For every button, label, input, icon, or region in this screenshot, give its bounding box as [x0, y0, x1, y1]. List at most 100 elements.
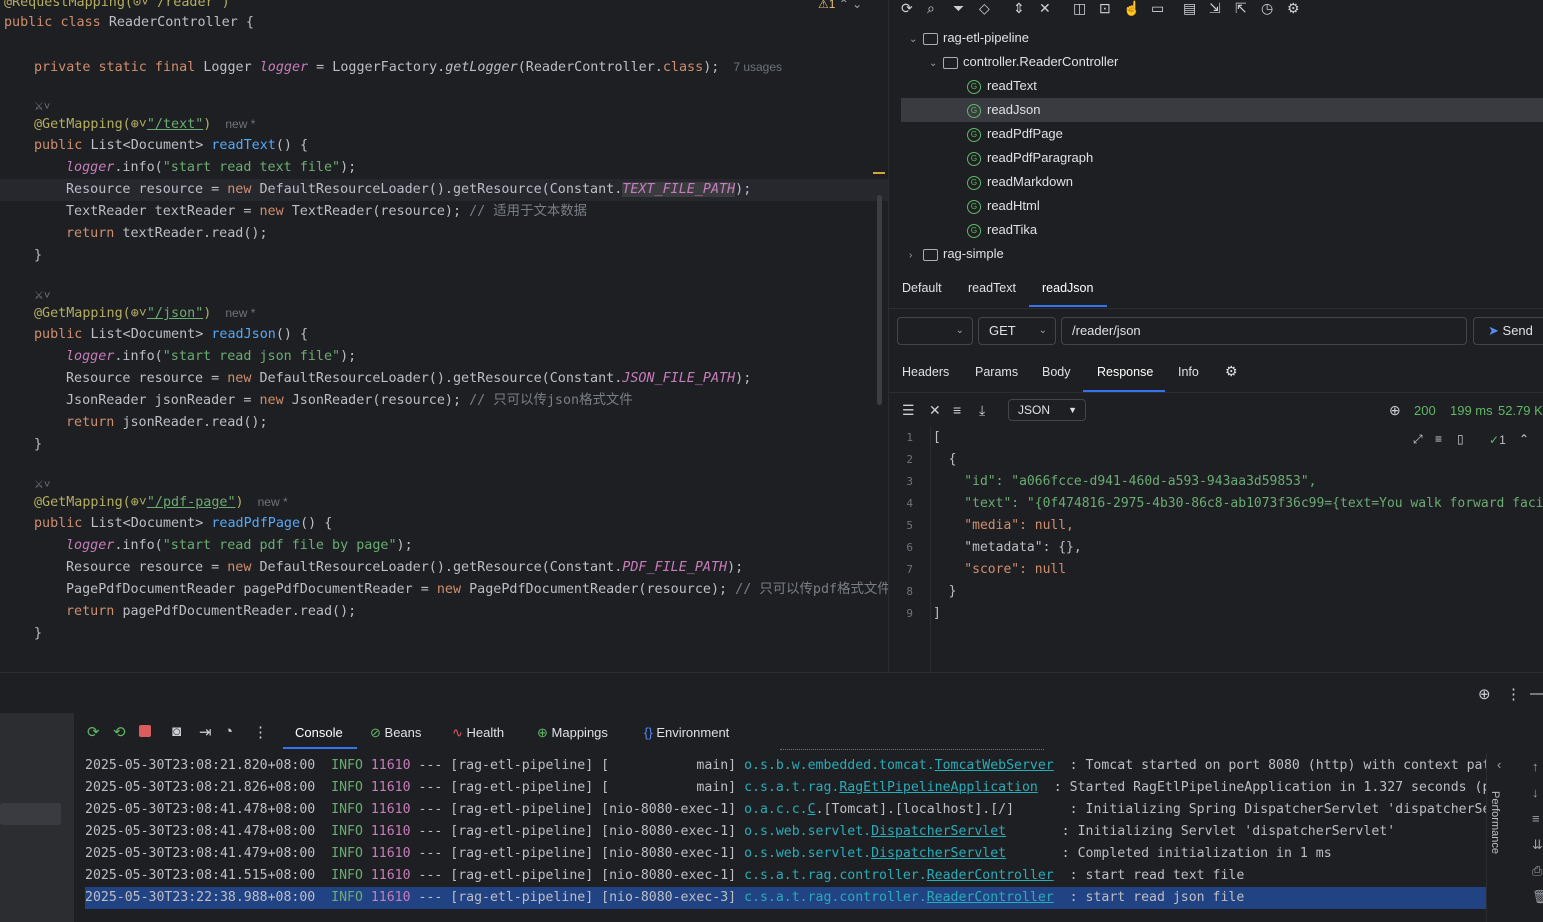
- print-icon[interactable]: ⎙: [1532, 863, 1542, 879]
- run-sidebar: [0, 713, 74, 922]
- code-editor[interactable]: @RequestMapping(⊙˅"/reader") ⚠1 ⌃ ⌄ publ…: [0, 0, 889, 672]
- url-input[interactable]: /reader/json: [1061, 317, 1467, 345]
- tab-readjson[interactable]: readJson: [1042, 281, 1093, 295]
- log-line: 2025-05-30T23:08:41.478+08:00 INFO 11610…: [85, 824, 1396, 839]
- chevron-up-icon[interactable]: ⌃: [1519, 432, 1529, 446]
- arrow-down-icon[interactable]: ↓: [1532, 785, 1539, 800]
- format-icon[interactable]: ☰: [902, 402, 915, 419]
- list-icon[interactable]: ≡: [1435, 432, 1442, 446]
- download-icon[interactable]: ⤓: [979, 402, 985, 419]
- expand-icon[interactable]: ⤢: [1413, 432, 1423, 447]
- more-icon[interactable]: ⋮: [1506, 685, 1521, 703]
- mappings-icon: ⊕: [537, 725, 548, 740]
- minimize-icon[interactable]: —: [1530, 685, 1543, 702]
- run-config-item[interactable]: [0, 803, 61, 825]
- tab-body[interactable]: Body: [1042, 365, 1071, 379]
- tree-other-module[interactable]: › rag-simple: [909, 242, 1004, 266]
- response-size: 52.79 K: [1498, 403, 1543, 418]
- method-select[interactable]: GET ⌄: [978, 317, 1056, 345]
- tree-endpoint-selected[interactable]: GreadJson: [901, 98, 1543, 122]
- filter-icon[interactable]: ⏷: [953, 0, 964, 17]
- dashboard-icon[interactable]: ◔: [224, 723, 233, 740]
- more-icon[interactable]: ⋮: [253, 723, 268, 741]
- target-icon[interactable]: ⊕: [1478, 685, 1491, 703]
- tree-endpoint[interactable]: GreadMarkdown: [967, 170, 1073, 194]
- gear-icon[interactable]: ⚙: [1287, 0, 1300, 17]
- trash-icon[interactable]: 🗑: [1532, 889, 1543, 905]
- rerun-icon[interactable]: ⟳: [87, 723, 100, 741]
- arrow-up-icon[interactable]: ↑: [1532, 759, 1539, 774]
- camera-icon[interactable]: ◙: [172, 723, 181, 740]
- expand-icon[interactable]: ⇕: [1013, 0, 1025, 17]
- tree-endpoint[interactable]: GreadText: [967, 74, 1037, 98]
- settings-icon[interactable]: ⚙: [1225, 363, 1238, 380]
- database-icon[interactable]: ▤: [1183, 0, 1196, 17]
- tab-headers[interactable]: Headers: [902, 365, 949, 379]
- code-line: Resource resource = new DefaultResourceL…: [66, 371, 752, 386]
- exit-icon[interactable]: ⇥: [199, 723, 212, 741]
- check-icon: ✓1: [1489, 433, 1506, 447]
- tab-beans[interactable]: ⊘ Beans: [370, 725, 421, 741]
- format-select[interactable]: JSON ▼: [1008, 399, 1086, 421]
- tab-console[interactable]: Console: [295, 725, 343, 740]
- screen-icon[interactable]: ▭: [1151, 0, 1164, 17]
- globe-icon: ⊕: [1389, 402, 1401, 418]
- editor-scrollbar[interactable]: [877, 195, 882, 405]
- restart-icon[interactable]: ⟲: [113, 723, 126, 741]
- chevron-left-icon[interactable]: ‹: [1497, 757, 1501, 772]
- tab-underline: [1029, 305, 1107, 307]
- tree-controller[interactable]: ⌄ controller.ReaderController: [929, 50, 1118, 74]
- wrap-icon[interactable]: ≡: [1532, 811, 1540, 826]
- tab-readtext[interactable]: readText: [968, 281, 1016, 295]
- code-line: @GetMapping(⊕˅"/pdf-page") new *: [34, 495, 288, 510]
- code-line: }: [34, 437, 43, 452]
- tab-mappings[interactable]: ⊕ Mappings: [537, 725, 608, 741]
- refresh-icon[interactable]: ⟳: [901, 0, 913, 17]
- tree-endpoint[interactable]: GreadTika: [967, 218, 1037, 242]
- code-line: private static final Logger logger = Log…: [34, 60, 783, 75]
- tab-params[interactable]: Params: [975, 365, 1018, 379]
- wrap-icon[interactable]: ≡: [953, 402, 961, 418]
- collapse-icon[interactable]: ✕: [929, 402, 941, 419]
- history-icon[interactable]: ◷: [1261, 0, 1273, 17]
- warning-indicator[interactable]: ⚠1 ⌃ ⌄: [818, 0, 862, 11]
- performance-tab[interactable]: Performance: [1489, 791, 1501, 854]
- import-icon[interactable]: ⇲: [1209, 0, 1221, 17]
- tab-info[interactable]: Info: [1178, 365, 1199, 379]
- divider: [889, 392, 1543, 393]
- stop-icon[interactable]: [139, 725, 151, 737]
- folder-icon: [923, 248, 938, 261]
- tab-underline: [283, 747, 357, 749]
- response-time: 199 ms: [1450, 403, 1493, 418]
- code-line: TextReader textReader = new TextReader(r…: [66, 204, 588, 219]
- export-icon[interactable]: ⇱: [1235, 0, 1247, 17]
- response-body[interactable]: 1 2 3 4 5 6 7 8 9 [ { "id": "a066fcce-d9…: [889, 427, 1543, 672]
- tree-root[interactable]: ⌄ rag-etl-pipeline: [909, 26, 1029, 50]
- tree-endpoint[interactable]: GreadPdfParagraph: [967, 146, 1093, 170]
- tree-endpoint[interactable]: GreadHtml: [967, 194, 1040, 218]
- tab-default[interactable]: Default: [902, 281, 942, 295]
- tab-response[interactable]: Response: [1097, 365, 1153, 379]
- console-output[interactable]: 2025-05-30T23:08:21.820+08:00 INFO 11610…: [74, 753, 1486, 922]
- code-line: }: [34, 626, 43, 641]
- environment-select[interactable]: ⌄: [897, 317, 973, 345]
- scroll-end-icon[interactable]: ⇊: [1532, 837, 1543, 853]
- tag-icon[interactable]: ◇: [979, 0, 990, 17]
- folder-icon: [923, 32, 938, 45]
- send-button[interactable]: ➤ Send: [1473, 317, 1543, 345]
- collapse-icon[interactable]: ✕: [1039, 0, 1051, 17]
- layout-icon[interactable]: ◫: [1073, 0, 1086, 17]
- tab-health[interactable]: ∿ Health: [452, 725, 504, 741]
- tree-endpoint[interactable]: GreadPdfPage: [967, 122, 1063, 146]
- tab-environment[interactable]: {} Environment: [644, 725, 729, 740]
- log-line: 2025-05-30T23:08:41.515+08:00 INFO 11610…: [85, 868, 1245, 883]
- search-icon[interactable]: ⌕: [927, 0, 935, 17]
- document-icon[interactable]: ▯: [1457, 432, 1464, 446]
- code-line: @GetMapping(⊕˅"/text") new *: [34, 117, 256, 132]
- locate-icon[interactable]: ⊡: [1099, 0, 1111, 17]
- get-endpoint-icon: G: [967, 199, 981, 214]
- send-icon: ➤: [1488, 323, 1499, 338]
- code-line: logger.info("start read text file");: [66, 160, 357, 175]
- pointer-icon[interactable]: ☝: [1123, 0, 1140, 17]
- status-code: 200: [1414, 403, 1436, 418]
